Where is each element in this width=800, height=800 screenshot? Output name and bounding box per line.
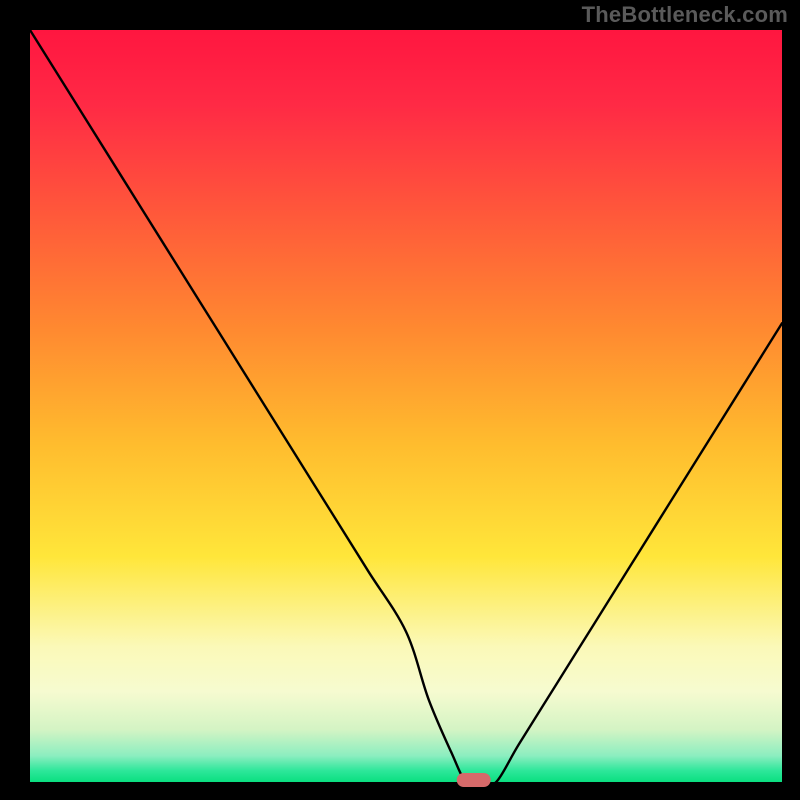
watermark-label: TheBottleneck.com xyxy=(582,2,788,28)
chart-svg xyxy=(0,0,800,800)
optimum-marker xyxy=(457,773,491,787)
plot-background xyxy=(30,30,782,782)
chart-stage: TheBottleneck.com xyxy=(0,0,800,800)
